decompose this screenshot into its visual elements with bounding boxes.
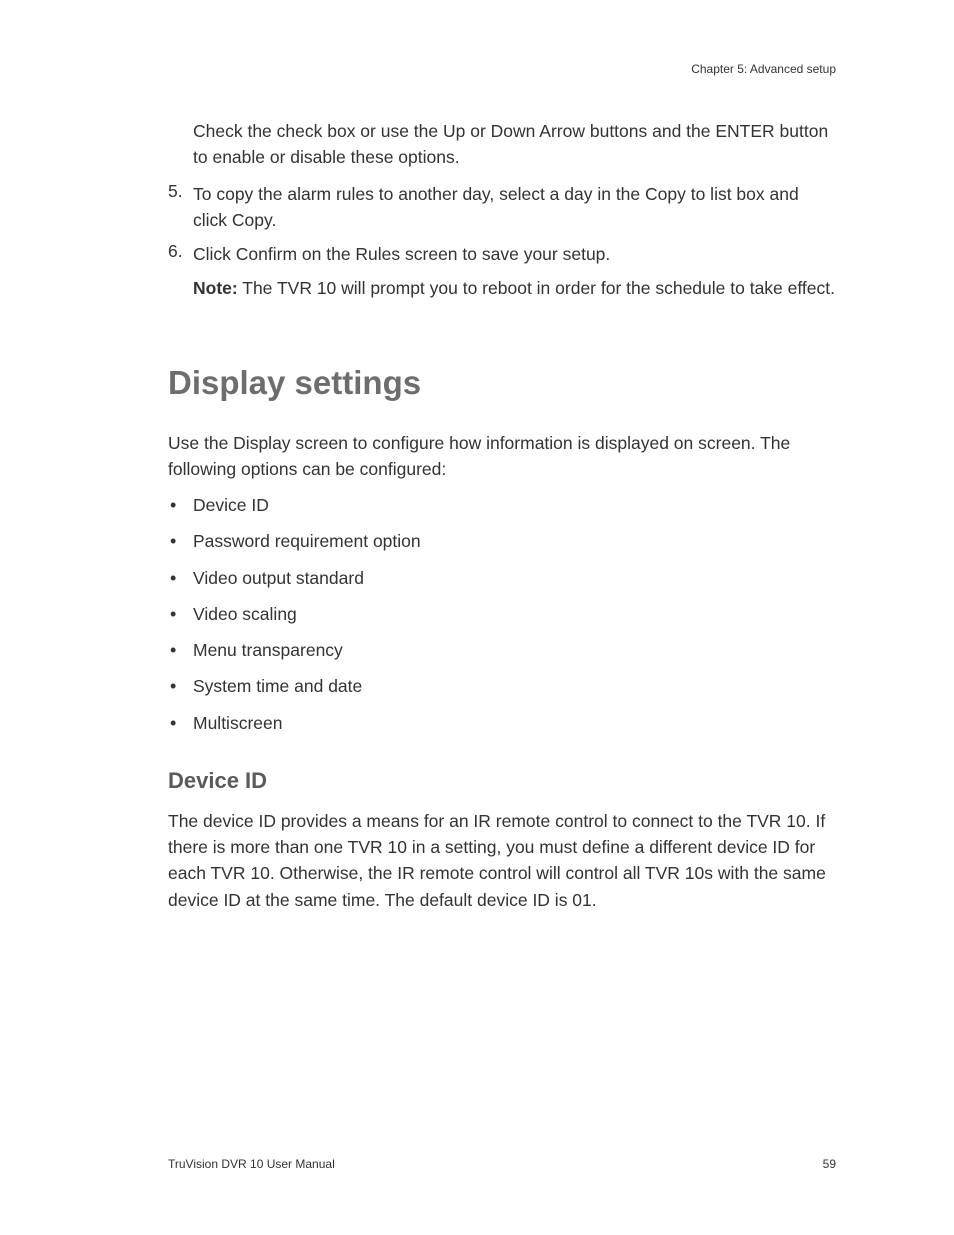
note-paragraph: Note: The TVR 10 will prompt you to rebo… (193, 275, 836, 301)
list-item: Video scaling (168, 601, 836, 627)
note-label: Note: (193, 278, 238, 298)
list-item-5: 5. To copy the alarm rules to another da… (168, 181, 836, 234)
step-text: Click Confirm on the Rules screen to sav… (193, 241, 610, 267)
step-number: 6. (168, 241, 193, 267)
page-footer: TruVision DVR 10 User Manual 59 (168, 1157, 836, 1171)
page-content: Check the check box or use the Up or Dow… (168, 118, 836, 923)
list-item: Device ID (168, 492, 836, 518)
footer-page-number: 59 (823, 1157, 836, 1171)
section-heading-display-settings: Display settings (168, 364, 836, 402)
list-item: Multiscreen (168, 710, 836, 736)
page-header-chapter: Chapter 5: Advanced setup (691, 62, 836, 76)
intro-paragraph: Check the check box or use the Up or Dow… (193, 118, 836, 171)
note-body: The TVR 10 will prompt you to reboot in … (238, 278, 835, 298)
list-item: Password requirement option (168, 528, 836, 554)
list-item: System time and date (168, 673, 836, 699)
options-list: Device ID Password requirement option Vi… (168, 492, 836, 736)
step-text: To copy the alarm rules to another day, … (193, 181, 836, 234)
list-item: Menu transparency (168, 637, 836, 663)
subsection-heading-device-id: Device ID (168, 768, 836, 794)
list-item-6: 6. Click Confirm on the Rules screen to … (168, 241, 836, 267)
footer-manual-title: TruVision DVR 10 User Manual (168, 1157, 335, 1171)
step-number: 5. (168, 181, 193, 234)
list-item: Video output standard (168, 565, 836, 591)
device-id-paragraph: The device ID provides a means for an IR… (168, 808, 836, 913)
section-intro: Use the Display screen to configure how … (168, 430, 836, 483)
